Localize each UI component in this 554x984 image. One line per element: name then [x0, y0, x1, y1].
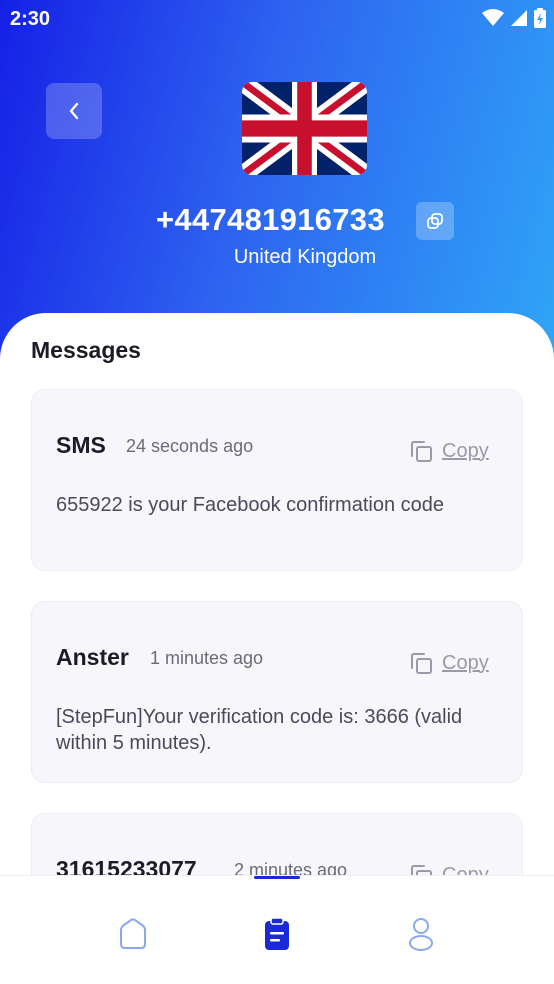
active-tab-indicator — [254, 876, 300, 879]
home-icon — [120, 918, 146, 949]
message-sender: Anster — [56, 644, 129, 670]
status-icons — [482, 8, 546, 28]
wifi-icon — [482, 9, 504, 26]
message-time: 2 minutes ago — [234, 860, 348, 875]
status-bar: 2:30 — [0, 0, 554, 38]
nav-home[interactable] — [113, 914, 153, 954]
message-text: [StepFun]Your verification code is: 3666… — [56, 706, 463, 754]
phone-row: +447481916733 — [0, 198, 554, 244]
copy-number-button[interactable] — [416, 202, 454, 240]
copy-message-button[interactable]: Copy — [408, 650, 489, 676]
copy-message-button[interactable]: Copy — [408, 438, 489, 464]
nav-profile[interactable] — [401, 914, 441, 954]
signal-icon — [511, 10, 527, 26]
copy-icon — [411, 865, 432, 875]
copy-icon — [411, 441, 432, 462]
message-time: 1 minutes ago — [150, 648, 264, 668]
message-card: Anster 1 minutes ago Copy [StepFun]Your … — [31, 601, 523, 783]
copy-label[interactable]: Copy — [442, 440, 489, 463]
message-sender: 31615233077 — [56, 856, 197, 875]
status-time: 2:30 — [10, 8, 51, 30]
chevron-left-icon — [69, 102, 79, 120]
phone-number: +447481916733 — [156, 202, 385, 237]
clipboard-icon — [265, 917, 289, 950]
message-card: SMS 24 seconds ago Copy 655922 is your F… — [31, 389, 523, 571]
copy-label[interactable]: Copy — [442, 652, 489, 675]
user-icon — [409, 918, 433, 951]
nav-messages[interactable] — [257, 914, 297, 954]
copy-icon — [427, 213, 443, 229]
header: 2:30 +447481916733 United Kingdom — [0, 0, 554, 360]
uk-flag — [242, 82, 367, 175]
bottom-nav — [0, 875, 554, 984]
copy-icon — [411, 653, 432, 674]
messages-title: Messages — [31, 337, 141, 363]
message-card: 31615233077 2 minutes ago Copy — [31, 813, 523, 875]
country-name: United Kingdom — [233, 246, 377, 268]
message-sender: SMS — [56, 432, 106, 458]
message-time: 24 seconds ago — [126, 436, 254, 456]
battery-icon — [534, 8, 546, 28]
messages-panel: Messages SMS 24 seconds ago Copy 655922 … — [0, 313, 554, 875]
copy-message-button[interactable]: Copy — [408, 862, 489, 875]
back-button[interactable] — [46, 83, 102, 139]
copy-label[interactable]: Copy — [442, 864, 489, 876]
message-text: 655922 is your Facebook confirmation cod… — [56, 494, 445, 516]
